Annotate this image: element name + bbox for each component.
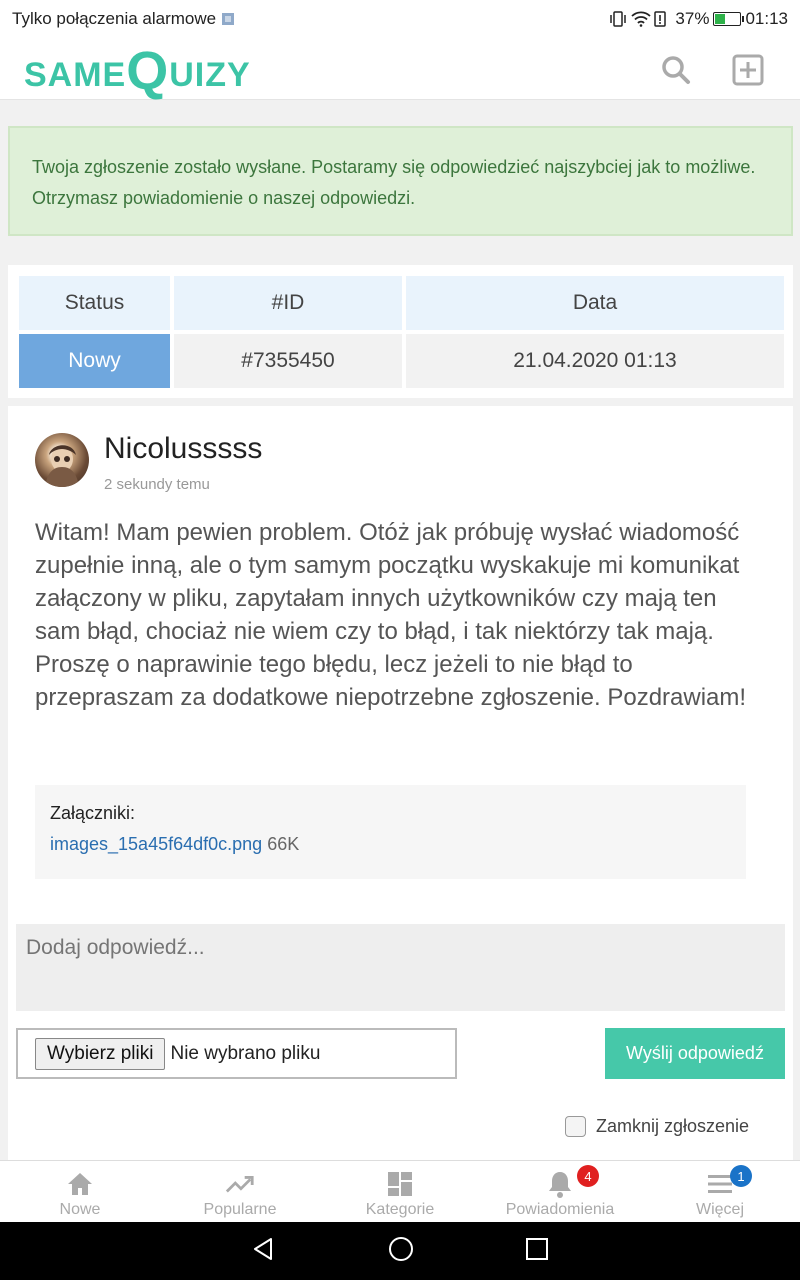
notification-badge: 4 — [577, 1165, 599, 1187]
categories-icon — [385, 1169, 415, 1199]
carrier-text: Tylko połączenia alarmowe — [12, 9, 217, 28]
tab-wiecej[interactable]: Więcej 1 — [640, 1161, 800, 1222]
logo[interactable]: SAME Q UIZY — [24, 41, 251, 101]
attachment-link[interactable]: images_15a45f64df0c.png — [50, 834, 262, 854]
close-ticket-checkbox[interactable] — [565, 1116, 586, 1137]
battery-percent: 37% — [675, 9, 710, 28]
recents-icon[interactable] — [525, 1237, 549, 1265]
add-icon[interactable] — [728, 50, 768, 90]
search-icon[interactable] — [656, 50, 696, 90]
ticket-id: #7355450 — [174, 334, 402, 388]
alert-phone-icon — [653, 11, 671, 27]
bell-icon — [545, 1169, 575, 1199]
avatar[interactable] — [35, 433, 89, 487]
status-badge: Nowy — [19, 334, 170, 388]
header-id: #ID — [174, 276, 402, 330]
file-upload-field[interactable]: Wybierz pliki Nie wybrano pliku — [16, 1028, 457, 1079]
header-date: Data — [406, 276, 784, 330]
post-body: Witam! Mam pewien problem. Otóż jak prób… — [35, 519, 747, 711]
tab-label: Powiadomienia — [505, 1201, 615, 1218]
tab-nowe[interactable]: Nowe — [0, 1161, 160, 1222]
home-icon — [65, 1169, 95, 1199]
home-circle-icon[interactable] — [387, 1235, 415, 1267]
android-nav-bar — [0, 1222, 800, 1280]
attachments-box: Załączniki: images_15a45f64df0c.png 66K — [35, 785, 746, 879]
send-reply-button[interactable]: Wyślij odpowiedź — [605, 1028, 785, 1079]
more-badge: 1 — [730, 1165, 752, 1187]
sim-icon — [220, 11, 238, 27]
ticket-status-table: Status #ID Data Nowy #7355450 21.04.2020… — [8, 265, 793, 398]
choose-files-button[interactable]: Wybierz pliki — [35, 1037, 166, 1070]
tab-label: Nowe — [59, 1201, 101, 1218]
clock: 01:13 — [745, 9, 788, 28]
close-ticket-row[interactable]: Zamknij zgłoszenie — [565, 1116, 749, 1137]
bottom-tab-bar: Nowe Popularne Kategorie Powiadomienia 4… — [0, 1160, 800, 1222]
tab-popularne[interactable]: Popularne — [160, 1161, 320, 1222]
ticket-date: 21.04.2020 01:13 — [406, 334, 784, 388]
tab-label: Kategorie — [365, 1201, 435, 1218]
attachment-size: 66K — [267, 834, 300, 854]
app-header: SAME Q UIZY — [0, 38, 800, 100]
close-ticket-label[interactable]: Zamknij zgłoszenie — [596, 1116, 749, 1137]
back-icon[interactable] — [251, 1236, 277, 1266]
trending-icon — [225, 1169, 255, 1199]
alert-text: Twoja zgłoszenie zostało wysłane. Postar… — [32, 157, 756, 208]
tab-label: Więcej — [695, 1201, 744, 1218]
ticket-card: Nicolusssss 2 sekundy temu Witam! Mam pe… — [8, 406, 793, 1160]
logo-same: SAME — [24, 56, 127, 94]
author-name[interactable]: Nicolusssss — [104, 432, 262, 466]
battery-icon — [713, 12, 745, 26]
tab-kategorie[interactable]: Kategorie — [320, 1161, 480, 1222]
file-status: Nie wybrano pliku — [170, 1042, 321, 1064]
logo-q: Q — [126, 41, 170, 101]
header-status: Status — [19, 276, 170, 330]
success-alert: Twoja zgłoszenie zostało wysłane. Postar… — [8, 126, 793, 236]
tab-label: Popularne — [203, 1201, 277, 1218]
logo-uizy: UIZY — [169, 56, 251, 94]
attachments-label: Załączniki: — [50, 803, 136, 823]
vibrate-icon — [609, 11, 627, 27]
tab-powiadomienia[interactable]: Powiadomienia 4 — [480, 1161, 640, 1222]
reply-textarea[interactable] — [16, 924, 785, 1011]
wifi-icon — [631, 11, 652, 27]
status-bar: Tylko połączenia alarmowe 37% 01:13 — [0, 0, 800, 38]
post-time: 2 sekundy temu — [104, 476, 210, 493]
